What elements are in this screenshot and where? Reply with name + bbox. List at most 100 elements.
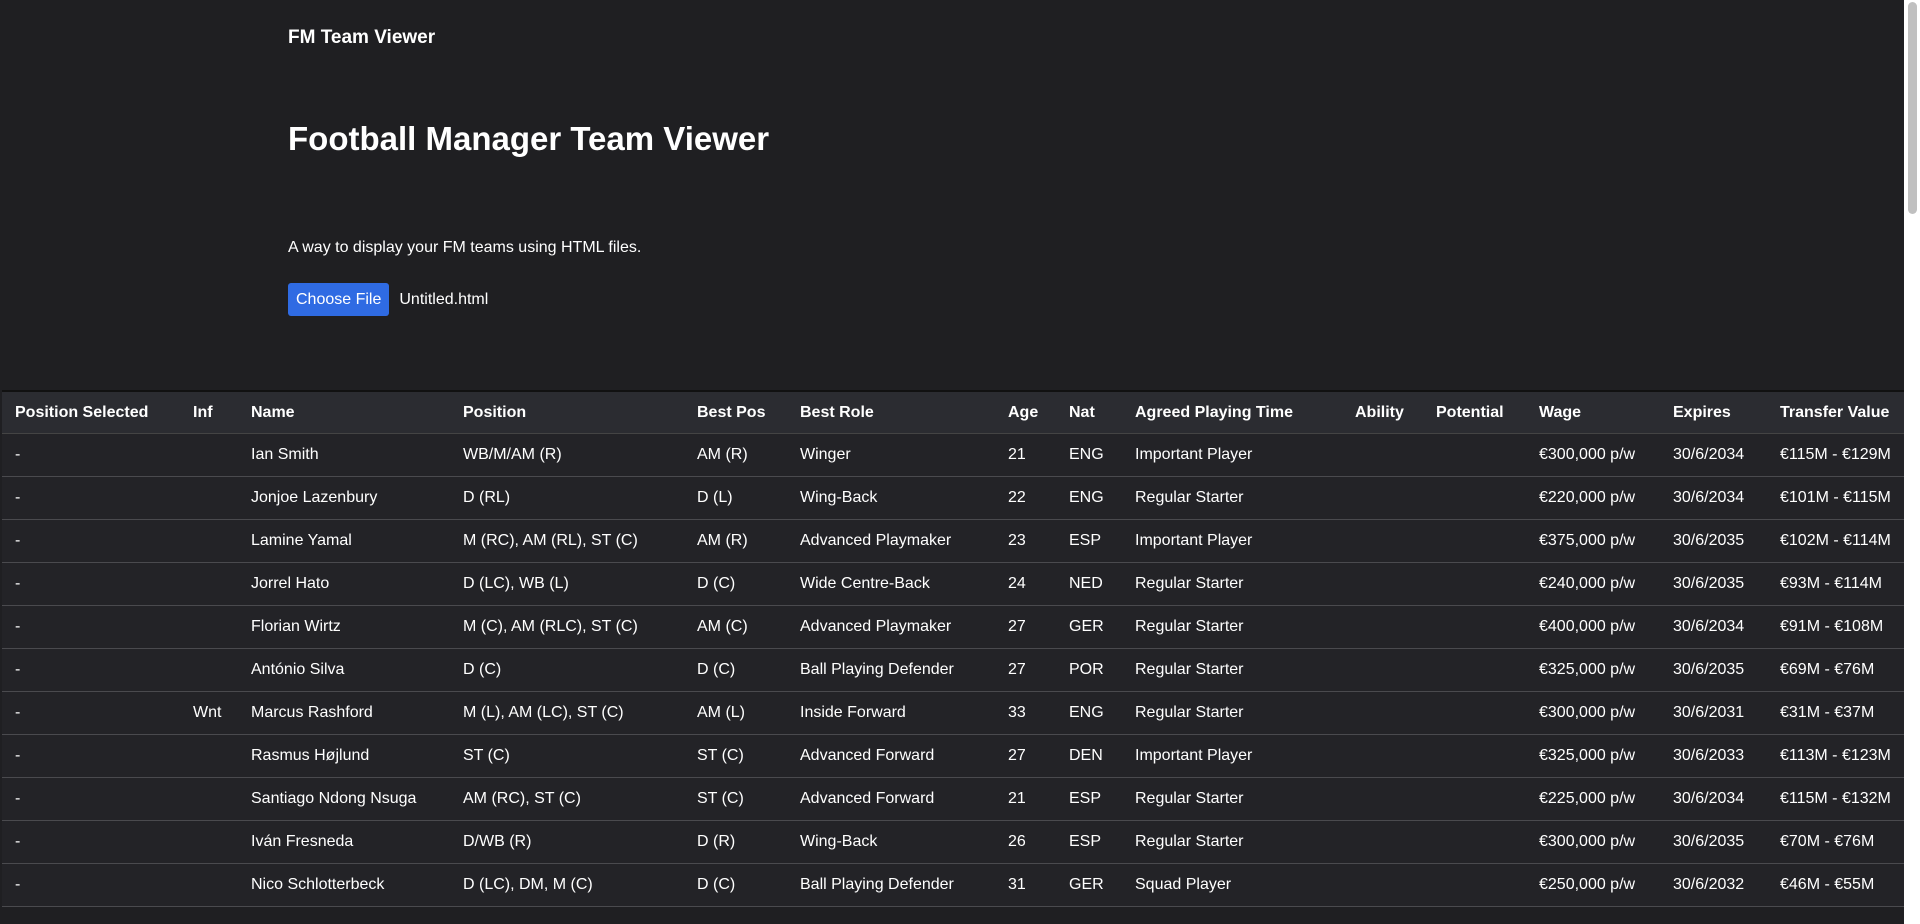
table-cell: D (C) — [684, 648, 787, 692]
table-cell: António Silva — [238, 648, 450, 692]
table-cell: 30/6/2034 — [1660, 433, 1767, 477]
table-cell: €300,000 p/w — [1526, 691, 1660, 735]
table-cell — [180, 648, 238, 692]
table-cell — [1423, 476, 1526, 520]
table-cell: 33 — [995, 691, 1056, 735]
table-row[interactable]: - Ian Smith WB/M/AM (R) AM (R) Winger 21 ENG Im… — [2, 433, 1904, 477]
table-cell — [1423, 820, 1526, 864]
players-table-container: Position Selected Inf Name Position Best… — [2, 390, 1904, 907]
table-cell: AM (R) — [684, 519, 787, 563]
table-row[interactable]: - Florian Wirtz M (C), AM (RLC), ST (C) AM … — [2, 605, 1904, 649]
table-cell: ESP — [1056, 820, 1122, 864]
table-row[interactable]: - Lamine Yamal M (RC), AM (RL), ST (C) AM (… — [2, 519, 1904, 563]
table-row[interactable]: - Rasmus Højlund ST (C) ST (C) Advanced Forw… — [2, 734, 1904, 778]
table-row[interactable]: - Jonjoe Lazenbury D (RL) D (L) Wing-Back 22 E… — [2, 476, 1904, 520]
table-cell: GER — [1056, 863, 1122, 907]
app-title: FM Team Viewer — [288, 27, 436, 48]
table-cell: €240,000 p/w — [1526, 562, 1660, 606]
table-cell — [1342, 820, 1423, 864]
table-cell: 23 — [995, 519, 1056, 563]
column-header[interactable]: Expires — [1660, 392, 1767, 434]
table-cell: - — [2, 777, 180, 821]
table-cell: Jorrel Hato — [238, 562, 450, 606]
table-cell: Regular Starter — [1122, 648, 1342, 692]
column-header[interactable]: Name — [238, 392, 450, 434]
table-cell: Ball Playing Defender — [787, 863, 995, 907]
table-cell: Advanced Forward — [787, 734, 995, 778]
choose-file-button[interactable]: Choose File — [288, 283, 390, 316]
table-cell: €46M - €55M — [1767, 863, 1904, 907]
table-cell: Ian Smith — [238, 433, 450, 477]
column-header[interactable]: Inf — [180, 392, 238, 434]
table-cell: 30/6/2035 — [1660, 562, 1767, 606]
table-cell: 30/6/2035 — [1660, 820, 1767, 864]
column-header[interactable]: Agreed Playing Time — [1122, 392, 1342, 434]
table-cell: - — [2, 476, 180, 520]
page: FM Team Viewer Football Manager Team Vie… — [0, 0, 1920, 924]
file-input[interactable]: Choose File Untitled.html — [288, 283, 488, 316]
table-cell — [180, 777, 238, 821]
table-cell: D (LC), DM, M (C) — [450, 863, 684, 907]
column-header[interactable]: Position Selected — [2, 392, 180, 434]
table-cell: AM (RC), ST (C) — [450, 777, 684, 821]
table-cell — [1342, 519, 1423, 563]
table-cell: NED — [1056, 562, 1122, 606]
table-cell: €375,000 p/w — [1526, 519, 1660, 563]
table-cell — [1342, 863, 1423, 907]
table-row[interactable]: - Wnt Marcus Rashford M (L), AM (LC), ST (C… — [2, 691, 1904, 735]
column-header[interactable]: Position — [450, 392, 684, 434]
table-cell: €400,000 p/w — [1526, 605, 1660, 649]
column-header[interactable]: Best Role — [787, 392, 995, 434]
table-row[interactable]: - Nico Schlotterbeck D (LC), DM, M (C) D (C… — [2, 863, 1904, 907]
table-cell: Lamine Yamal — [238, 519, 450, 563]
table-cell — [1342, 777, 1423, 821]
players-table: Position Selected Inf Name Position Best… — [2, 392, 1904, 907]
column-header[interactable]: Potential — [1423, 392, 1526, 434]
column-header[interactable]: Best Pos — [684, 392, 787, 434]
table-cell: Nico Schlotterbeck — [238, 863, 450, 907]
table-cell: €115M - €129M — [1767, 433, 1904, 477]
column-header[interactable]: Age — [995, 392, 1056, 434]
column-header[interactable]: Transfer Value — [1767, 392, 1904, 434]
column-header[interactable]: Wage — [1526, 392, 1660, 434]
table-cell: Squad Player — [1122, 863, 1342, 907]
table-cell — [180, 562, 238, 606]
table-cell: Regular Starter — [1122, 476, 1342, 520]
table-cell: - — [2, 519, 180, 563]
column-header[interactable]: Ability — [1342, 392, 1423, 434]
table-cell: Regular Starter — [1122, 820, 1342, 864]
table-cell: ESP — [1056, 777, 1122, 821]
vertical-scrollbar[interactable] — [1904, 0, 1920, 924]
table-cell: M (RC), AM (RL), ST (C) — [450, 519, 684, 563]
table-cell: €91M - €108M — [1767, 605, 1904, 649]
table-cell: - — [2, 863, 180, 907]
table-cell — [1423, 863, 1526, 907]
table-cell: 26 — [995, 820, 1056, 864]
table-cell: WB/M/AM (R) — [450, 433, 684, 477]
table-cell: M (C), AM (RLC), ST (C) — [450, 605, 684, 649]
table-cell — [180, 519, 238, 563]
table-cell — [1423, 605, 1526, 649]
table-cell: €300,000 p/w — [1526, 433, 1660, 477]
table-cell: Advanced Forward — [787, 777, 995, 821]
table-cell: €31M - €37M — [1767, 691, 1904, 735]
table-cell: €115M - €132M — [1767, 777, 1904, 821]
table-cell: 30/6/2032 — [1660, 863, 1767, 907]
table-cell: D (C) — [684, 863, 787, 907]
table-cell: Santiago Ndong Nsuga — [238, 777, 450, 821]
scrollbar-thumb[interactable] — [1908, 2, 1917, 214]
column-header[interactable]: Nat — [1056, 392, 1122, 434]
table-cell: 30/6/2035 — [1660, 519, 1767, 563]
table-cell — [180, 605, 238, 649]
table-cell: €113M - €123M — [1767, 734, 1904, 778]
table-cell — [180, 734, 238, 778]
table-cell: 30/6/2034 — [1660, 605, 1767, 649]
table-cell — [1423, 433, 1526, 477]
table-row[interactable]: - Iván Fresneda D/WB (R) D (R) Wing-Back 26 ES… — [2, 820, 1904, 864]
table-cell — [1342, 734, 1423, 778]
table-cell — [1423, 777, 1526, 821]
table-row[interactable]: - António Silva D (C) D (C) Ball Playing Def… — [2, 648, 1904, 692]
table-row[interactable]: - Jorrel Hato D (LC), WB (L) D (C) Wide Cent… — [2, 562, 1904, 606]
table-row[interactable]: - Santiago Ndong Nsuga AM (RC), ST (C) ST (… — [2, 777, 1904, 821]
table-cell — [1342, 562, 1423, 606]
